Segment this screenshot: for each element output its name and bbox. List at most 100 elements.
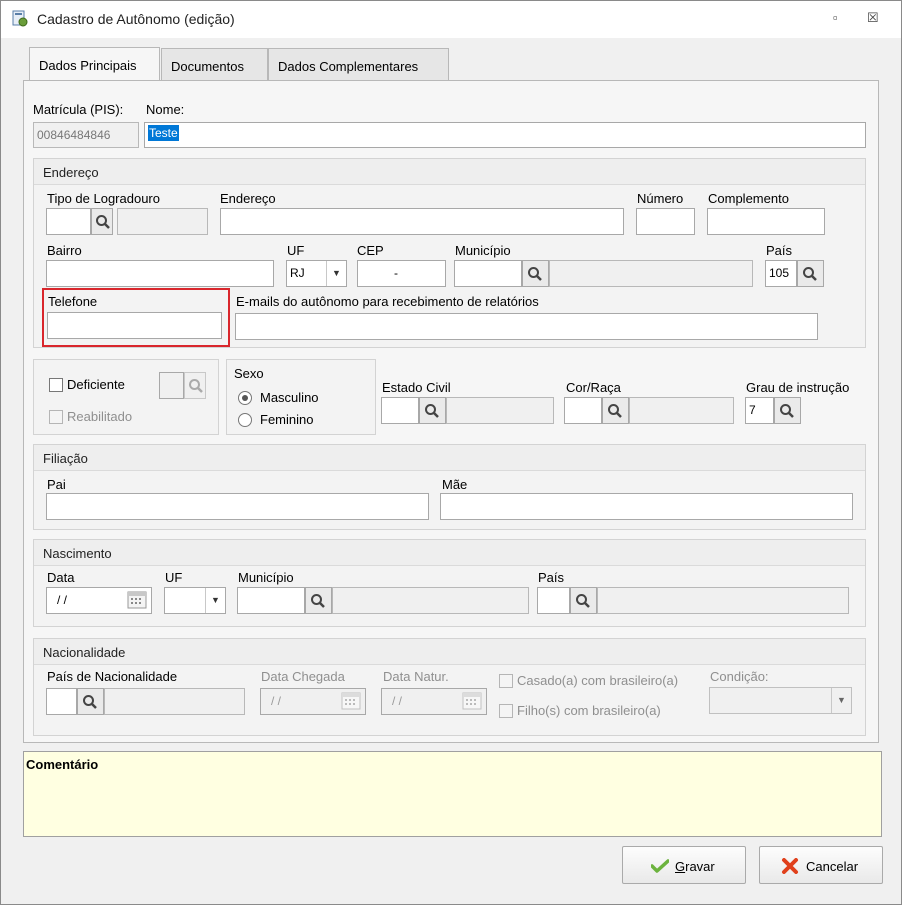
cancelar-label: Cancelar	[806, 859, 859, 874]
numero-label: Número	[637, 191, 684, 206]
condicao-select[interactable]: ▼	[709, 687, 852, 714]
tipo-logradouro-field[interactable]	[46, 208, 91, 235]
endereco-group-title: Endereço	[43, 165, 99, 180]
estado-civil-label: Estado Civil	[382, 380, 451, 395]
complemento-field[interactable]	[707, 208, 825, 235]
tab-dados-principais[interactable]: Dados Principais	[29, 47, 160, 81]
search-icon	[425, 404, 439, 418]
mae-label: Mãe	[442, 477, 468, 492]
municipio-desc	[549, 260, 753, 287]
pais-nacionalidade-search-button[interactable]	[77, 688, 104, 715]
cor-raca-field[interactable]	[564, 397, 602, 424]
endereco-label: Endereço	[220, 191, 276, 206]
chevron-down-icon[interactable]: ▼	[326, 261, 346, 286]
casado-checkbox[interactable]	[499, 674, 513, 688]
cep-field[interactable]: -	[357, 260, 446, 287]
close-icon	[782, 858, 798, 874]
endereco-field[interactable]	[220, 208, 624, 235]
grau-instrucao-search-button[interactable]	[774, 397, 801, 424]
nascimento-municipio-field[interactable]	[237, 587, 305, 614]
filho-checkbox[interactable]	[499, 704, 513, 718]
app-icon	[12, 10, 28, 27]
feminino-label: Feminino	[260, 412, 314, 427]
uf-select[interactable]: RJ ▼	[286, 260, 347, 287]
bairro-field[interactable]	[46, 260, 274, 287]
nascimento-group-title: Nascimento	[43, 546, 112, 561]
pais-field[interactable]: 105	[765, 260, 797, 287]
deficiencia-field[interactable]	[159, 372, 184, 399]
municipio-search-button[interactable]	[522, 260, 549, 287]
nascimento-municipio-search-button[interactable]	[305, 587, 332, 614]
reabilitado-checkbox[interactable]	[49, 410, 63, 424]
feminino-radio[interactable]	[238, 413, 252, 427]
data-chegada-value: / /	[271, 694, 282, 708]
sexo-title: Sexo	[234, 366, 264, 381]
cancelar-button[interactable]: Cancelar	[759, 846, 883, 884]
deficiencia-search-button[interactable]	[184, 372, 206, 399]
estado-civil-field[interactable]	[381, 397, 419, 424]
restore-icon[interactable]: ▫	[833, 10, 838, 25]
data-natur-label: Data Natur.	[383, 669, 449, 684]
masculino-radio[interactable]	[238, 391, 252, 405]
grau-instrucao-label: Grau de instrução	[746, 380, 850, 395]
matricula-field[interactable]: 00846484846	[33, 122, 139, 148]
data-chegada-label: Data Chegada	[261, 669, 345, 684]
pai-field[interactable]	[46, 493, 429, 520]
chevron-down-icon[interactable]: ▼	[831, 688, 851, 713]
grau-instrucao-field[interactable]: 7	[745, 397, 774, 424]
title-bar: Cadastro de Autônomo (edição) ▫ ☒	[1, 1, 901, 38]
uf-label: UF	[287, 243, 305, 258]
cor-raca-label: Cor/Raça	[566, 380, 621, 395]
tab-dados-complementares[interactable]: Dados Complementares	[268, 48, 449, 80]
pais-search-button[interactable]	[797, 260, 824, 287]
search-icon	[311, 594, 325, 608]
check-icon	[651, 859, 669, 873]
mae-field[interactable]	[440, 493, 853, 520]
cor-raca-desc	[629, 397, 734, 424]
emails-field[interactable]	[235, 313, 818, 340]
calendar-icon[interactable]	[127, 591, 147, 609]
pais-nacionalidade-field[interactable]	[46, 688, 77, 715]
close-icon[interactable]: ☒	[867, 10, 879, 26]
gravar-label: Gravar	[675, 859, 715, 874]
pais-nacionalidade-desc	[104, 688, 245, 715]
pai-label: Pai	[47, 477, 66, 492]
uf-value: RJ	[290, 266, 305, 280]
tab-documentos[interactable]: Documentos	[161, 48, 268, 80]
search-icon	[83, 695, 97, 709]
search-icon	[803, 267, 817, 281]
comentario-label: Comentário	[26, 757, 99, 772]
deficiente-checkbox[interactable]	[49, 378, 63, 392]
numero-field[interactable]	[636, 208, 695, 235]
filiacao-group-title: Filiação	[43, 451, 88, 466]
cor-raca-search-button[interactable]	[602, 397, 629, 424]
tipo-logradouro-search-button[interactable]	[91, 208, 113, 235]
calendar-icon[interactable]	[341, 692, 361, 710]
nascimento-pais-search-button[interactable]	[570, 587, 597, 614]
nascimento-data-value: / /	[57, 593, 68, 607]
deficiente-label: Deficiente	[67, 377, 125, 392]
estado-civil-search-button[interactable]	[419, 397, 446, 424]
reabilitado-label: Reabilitado	[67, 409, 133, 424]
tipo-logradouro-label: Tipo de Logradouro	[47, 191, 160, 206]
emails-label: E-mails do autônomo para recebimento de …	[236, 294, 539, 309]
municipio-field[interactable]	[454, 260, 522, 287]
comentario-box[interactable]: Comentário	[23, 751, 882, 837]
masculino-label: Masculino	[260, 390, 319, 405]
nascimento-uf-select[interactable]: ▼	[164, 587, 226, 614]
telefone-field[interactable]	[47, 312, 222, 339]
search-icon	[528, 267, 542, 281]
chevron-down-icon[interactable]: ▼	[205, 588, 225, 613]
pais-nacionalidade-label: País de Nacionalidade	[47, 669, 178, 684]
nascimento-pais-field[interactable]	[537, 587, 570, 614]
complemento-label: Complemento	[708, 191, 789, 206]
pais-label: País	[766, 243, 793, 258]
nacionalidade-group-title: Nacionalidade	[43, 645, 126, 660]
nascimento-uf-label: UF	[165, 570, 183, 585]
nome-field[interactable]: Teste	[144, 122, 866, 148]
calendar-icon[interactable]	[462, 692, 482, 710]
search-icon	[780, 404, 794, 418]
gravar-button[interactable]: Gravar	[622, 846, 746, 884]
municipio-label: Município	[455, 243, 511, 258]
search-icon	[608, 404, 622, 418]
